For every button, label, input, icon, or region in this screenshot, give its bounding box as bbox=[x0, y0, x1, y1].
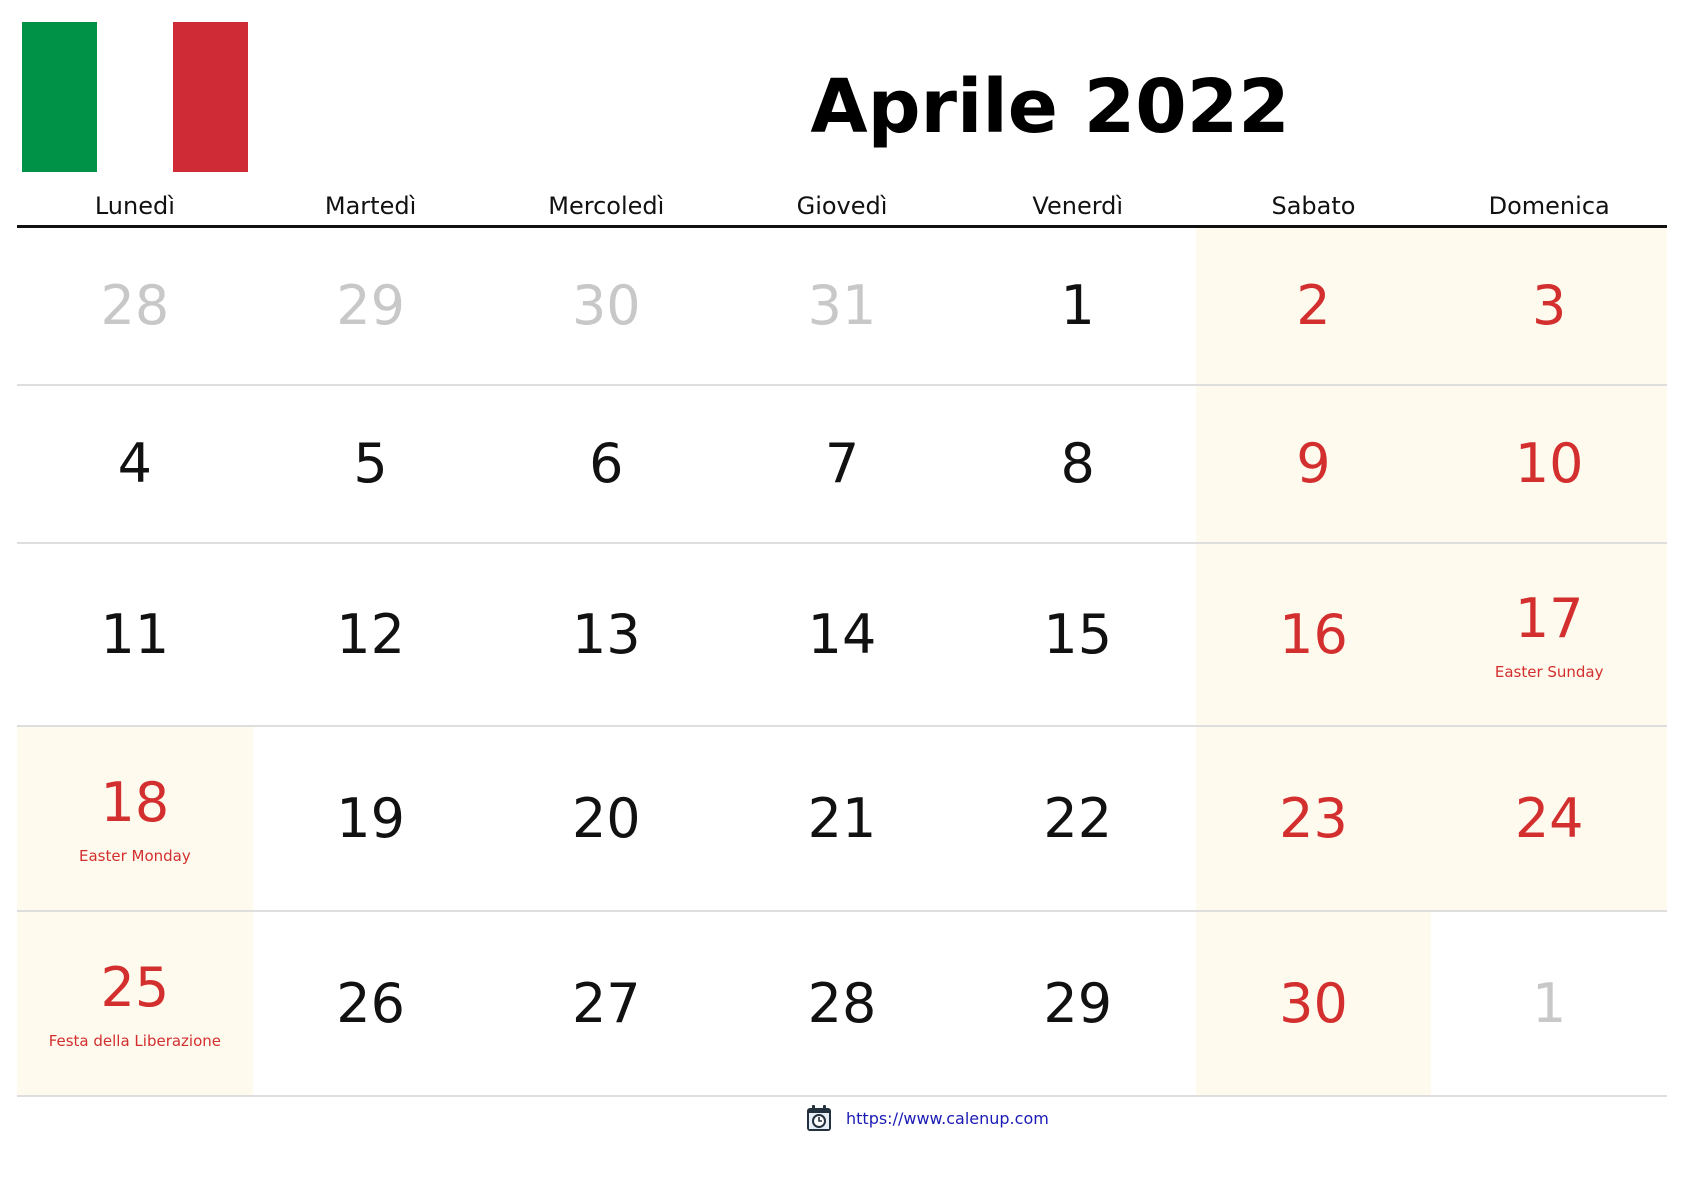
day-cell[interactable]: 4 bbox=[17, 386, 253, 542]
day-cell[interactable]: 11 bbox=[17, 544, 253, 725]
flag-green-stripe bbox=[22, 22, 98, 172]
day-number: 10 bbox=[1514, 432, 1584, 495]
day-cell[interactable]: 5 bbox=[253, 386, 489, 542]
day-cell[interactable]: 2 bbox=[1195, 228, 1432, 384]
day-cell[interactable]: 21 bbox=[724, 727, 960, 910]
day-number: 5 bbox=[353, 432, 388, 495]
day-cell[interactable]: 14 bbox=[724, 544, 960, 725]
day-cell[interactable]: 17 Easter Sunday bbox=[1431, 544, 1668, 725]
holiday-label: Easter Sunday bbox=[1494, 662, 1604, 681]
weekday-label: Sabato bbox=[1271, 192, 1356, 220]
day-number: 28 bbox=[807, 971, 877, 1035]
day-number: 15 bbox=[1043, 602, 1113, 666]
day-number: 14 bbox=[807, 602, 877, 666]
weekday-label: Domenica bbox=[1488, 192, 1610, 220]
day-number: 16 bbox=[1279, 602, 1348, 666]
day-cell[interactable]: 20 bbox=[488, 727, 724, 910]
day-cell[interactable]: 18 Easter Monday bbox=[17, 727, 253, 910]
day-number: 3 bbox=[1531, 274, 1567, 337]
day-cell[interactable]: 24 bbox=[1431, 727, 1668, 910]
page-title: Aprile 2022 bbox=[810, 64, 1290, 150]
website-link[interactable]: https://www.calenup.com bbox=[846, 1109, 1049, 1128]
day-number: 31 bbox=[807, 274, 877, 337]
day-cell[interactable]: 7 bbox=[724, 386, 960, 542]
day-cell[interactable]: 16 bbox=[1195, 544, 1432, 725]
holiday-label: Festa della Liberazione bbox=[48, 1031, 222, 1050]
day-number: 27 bbox=[571, 971, 641, 1035]
day-cell[interactable]: 1 bbox=[960, 228, 1196, 384]
day-number: 22 bbox=[1043, 786, 1113, 850]
week-row: 11 12 13 14 15 16 17 Easter Sunday bbox=[17, 544, 1668, 727]
day-cell[interactable]: 9 bbox=[1195, 386, 1432, 542]
week-row: 4 5 6 7 8 9 10 bbox=[17, 386, 1668, 544]
day-number: 11 bbox=[100, 602, 170, 666]
calendar-clock-icon bbox=[807, 1105, 831, 1131]
weekday-label: Venerdì bbox=[1032, 192, 1124, 220]
day-number: 26 bbox=[336, 971, 405, 1035]
week-row: 25 Festa della Liberazione 26 27 28 29 30 1 bbox=[17, 912, 1667, 1097]
day-number: 13 bbox=[571, 602, 641, 666]
day-number: 9 bbox=[1296, 432, 1331, 495]
day-cell[interactable]: 29 bbox=[253, 228, 489, 384]
day-number: 25 bbox=[100, 955, 170, 1019]
day-number: 1 bbox=[1060, 274, 1095, 337]
day-cell[interactable]: 31 bbox=[724, 228, 960, 384]
day-number: 28 bbox=[100, 274, 170, 337]
day-cell[interactable]: 1 bbox=[1431, 912, 1667, 1095]
week-row: 18 Easter Monday 19 20 21 22 23 24 bbox=[17, 727, 1668, 912]
day-number: 8 bbox=[1060, 432, 1095, 495]
day-number: 19 bbox=[336, 786, 405, 850]
week-row: 28 29 30 31 1 2 3 bbox=[17, 228, 1668, 386]
day-cell[interactable]: 3 bbox=[1431, 228, 1668, 384]
flag-red-stripe bbox=[172, 22, 248, 172]
day-number: 30 bbox=[1279, 971, 1348, 1035]
weekday-label: Mercoledì bbox=[548, 192, 665, 220]
day-number: 23 bbox=[1279, 786, 1348, 850]
day-number: 18 bbox=[100, 770, 170, 834]
weekday-header: Lunedì Martedì Mercoledì Giovedì Venerdì… bbox=[17, 188, 1667, 226]
day-number: 17 bbox=[1514, 586, 1584, 650]
day-cell[interactable]: 13 bbox=[488, 544, 724, 725]
day-number: 29 bbox=[1043, 971, 1113, 1035]
day-number: 6 bbox=[589, 432, 624, 495]
day-cell[interactable]: 30 bbox=[488, 228, 724, 384]
day-cell[interactable]: 28 bbox=[17, 228, 253, 384]
flag-white-stripe bbox=[97, 22, 173, 172]
holiday-label: Easter Monday bbox=[78, 846, 191, 865]
day-number: 2 bbox=[1296, 274, 1331, 337]
day-number: 4 bbox=[117, 432, 153, 495]
day-cell[interactable]: 19 bbox=[253, 727, 489, 910]
day-cell[interactable]: 22 bbox=[960, 727, 1196, 910]
weekday-label: Lunedì bbox=[94, 192, 175, 220]
day-number: 30 bbox=[571, 274, 641, 337]
italy-flag bbox=[22, 22, 248, 172]
day-cell[interactable]: 15 bbox=[960, 544, 1196, 725]
weekday-label: Giovedì bbox=[796, 192, 888, 220]
footer: https://www.calenup.com bbox=[806, 1104, 1049, 1132]
day-cell[interactable]: 8 bbox=[960, 386, 1196, 542]
weekday-label: Martedì bbox=[324, 192, 417, 220]
day-cell[interactable]: 25 Festa della Liberazione bbox=[17, 912, 253, 1095]
day-cell[interactable]: 23 bbox=[1195, 727, 1432, 910]
day-number: 21 bbox=[807, 786, 877, 850]
day-cell[interactable]: 27 bbox=[488, 912, 724, 1095]
day-number: 29 bbox=[336, 274, 405, 337]
day-cell[interactable]: 10 bbox=[1431, 386, 1668, 542]
calendar-grid: 28 29 30 31 1 2 3 4 5 6 7 8 9 10 11 12 13 14 15 16 17 Easter … bbox=[17, 228, 1668, 1097]
day-number: 12 bbox=[336, 602, 405, 666]
day-number: 1 bbox=[1531, 971, 1567, 1035]
day-cell[interactable]: 30 bbox=[1195, 912, 1432, 1095]
day-cell[interactable]: 28 bbox=[724, 912, 960, 1095]
day-cell[interactable]: 29 bbox=[960, 912, 1196, 1095]
day-cell[interactable]: 12 bbox=[253, 544, 489, 725]
day-number: 24 bbox=[1514, 786, 1584, 850]
day-number: 20 bbox=[571, 786, 641, 850]
day-cell[interactable]: 26 bbox=[253, 912, 489, 1095]
day-cell[interactable]: 6 bbox=[488, 386, 724, 542]
day-number: 7 bbox=[824, 432, 860, 495]
